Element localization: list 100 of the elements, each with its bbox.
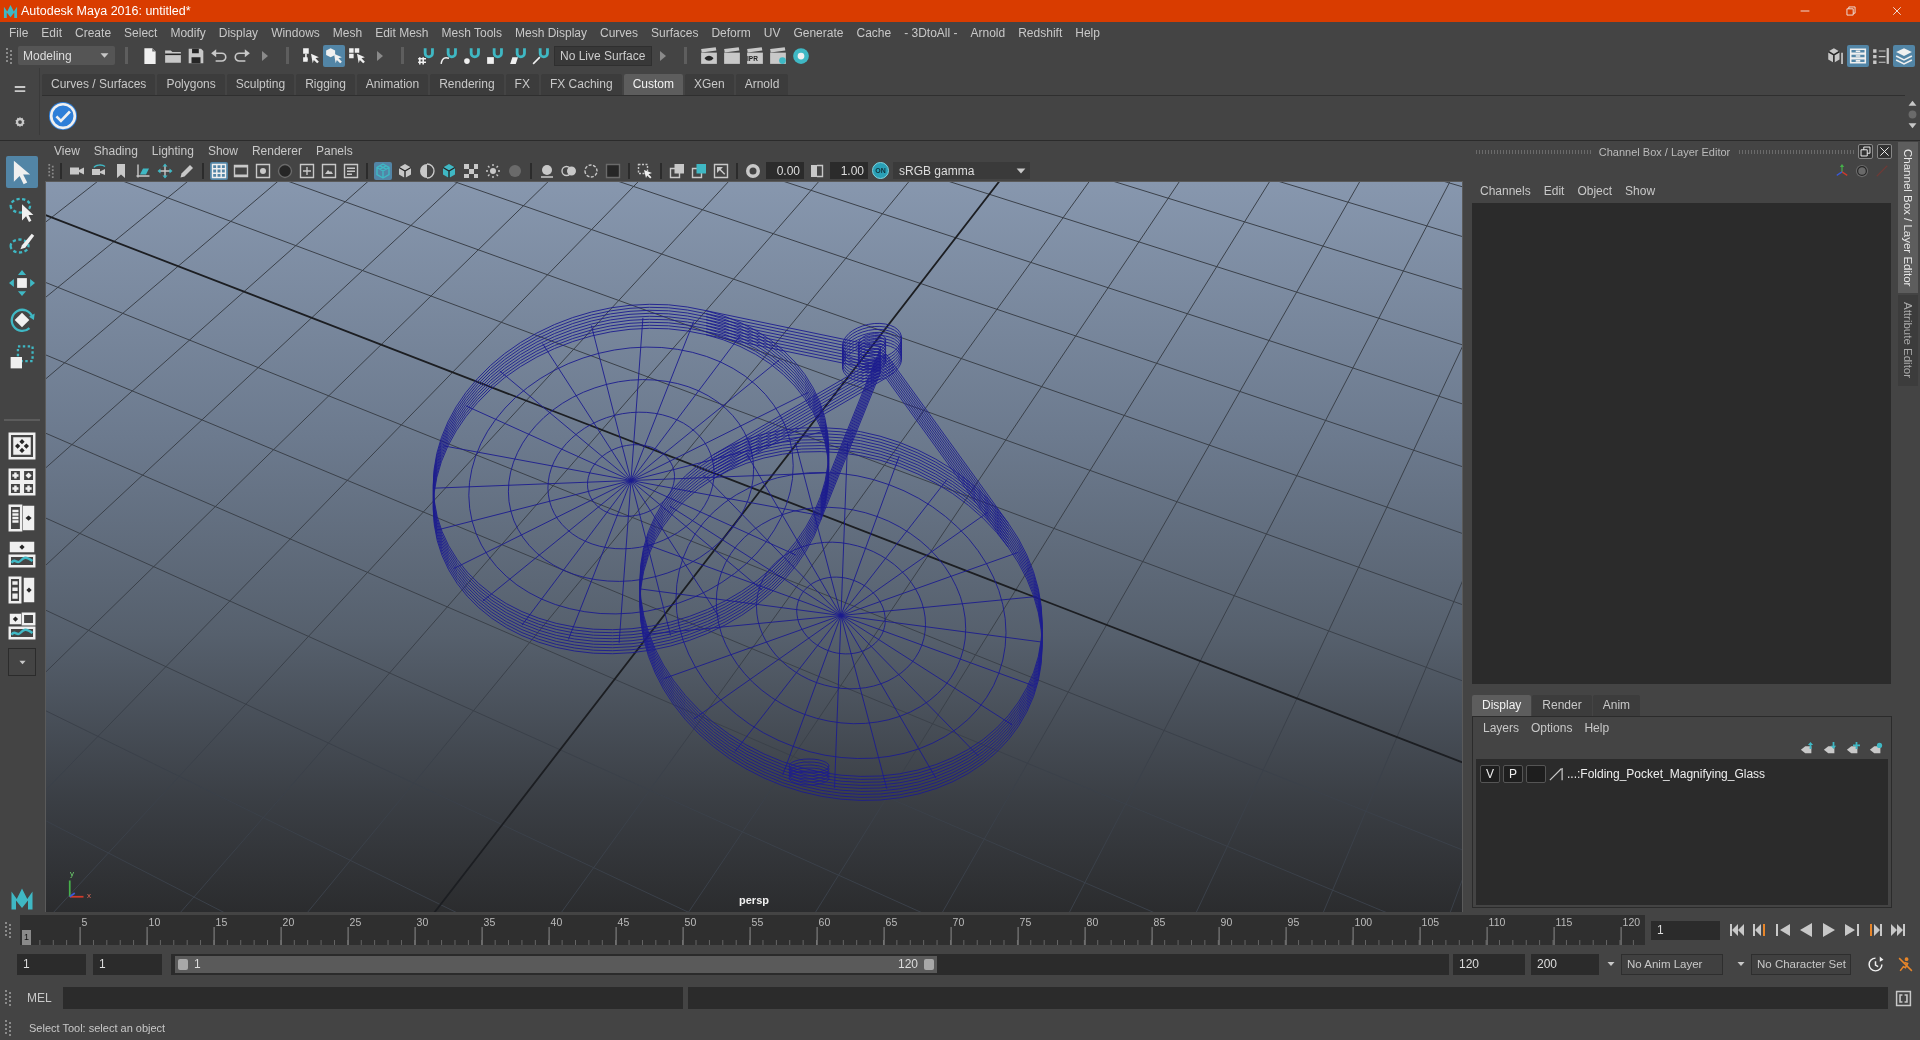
textured-cube-icon[interactable] [440,161,458,180]
layer-color-swatch[interactable] [1526,764,1546,783]
sliders-panel-icon[interactable] [1847,44,1869,67]
scroll-up-icon[interactable] [1908,99,1917,108]
step-back-icon[interactable] [1775,922,1791,938]
two-squares-icon[interactable] [668,161,686,180]
color-space-dropdown[interactable]: sRGB gamma [893,162,1030,179]
section-toggle-icon[interactable] [377,49,383,62]
menu-item[interactable]: Modify [170,25,206,40]
dark-disc-icon[interactable] [276,161,294,180]
visibility-toggle[interactable]: V [1480,764,1500,783]
aperture-icon[interactable] [744,161,762,180]
menu-item[interactable]: Cache [856,25,892,40]
axes-tripod-icon[interactable] [1835,164,1849,178]
dim-circle-icon[interactable] [1855,164,1869,178]
range-end-handle[interactable] [924,958,934,970]
graph-layout-icon[interactable] [8,540,36,568]
menu-item[interactable]: - 3DtoAll - [904,25,958,40]
drag-handle-icon[interactable] [5,922,11,938]
layer-arrow-down-icon[interactable] [1823,741,1837,755]
menu-item[interactable]: Edit Mesh [375,25,429,40]
layer-editor-tab[interactable]: Render [1532,695,1592,716]
half-disc-icon[interactable] [418,161,436,180]
layer-arrow-up-icon[interactable] [1800,741,1814,755]
menu-item[interactable]: Windows [271,25,320,40]
framed-lines-icon[interactable] [342,161,360,180]
gamma-field[interactable]: 1.00 [830,162,868,179]
character-set-dropdown[interactable]: No Character Set [1751,953,1851,975]
command-input-field[interactable] [62,987,683,1009]
section-toggle-icon[interactable] [262,49,268,62]
play-back-icon[interactable] [1798,922,1814,938]
arrow-cursor-icon[interactable] [6,156,38,188]
shelf-tab[interactable]: XGen [684,74,734,95]
clapboard-gear-icon[interactable] [767,44,789,67]
panel-menu-item[interactable]: Layers [1483,721,1520,735]
four-pane-layout-icon[interactable] [8,468,36,496]
float-window-icon[interactable] [1858,144,1873,159]
checker-icon[interactable] [462,161,480,180]
menu-icon[interactable] [13,83,26,95]
shelf-tab[interactable]: Custom [623,74,683,95]
menu-item[interactable]: Edit [41,25,63,40]
menu-item[interactable]: File [9,25,29,40]
side-tab[interactable]: Attribute Editor [1898,295,1918,386]
caret-icon[interactable] [1737,960,1745,968]
checkmark-circle-icon[interactable] [48,100,78,131]
three-pane-layout-icon[interactable] [8,612,36,640]
picture-frame-icon[interactable] [320,161,338,180]
menu-item[interactable]: Mesh Tools [441,25,502,40]
layer-stack-icon[interactable] [1893,44,1915,67]
wireframe-cube-icon[interactable] [374,161,392,180]
outliner-layout-icon[interactable] [8,576,36,604]
skip-end-icon[interactable] [1890,922,1906,938]
shelf-tab[interactable]: Rendering [430,74,504,95]
key-forward-icon[interactable] [1867,922,1883,938]
menu-item[interactable]: Curves [600,25,639,40]
menu-item[interactable]: Select [124,25,158,40]
menu-item[interactable]: Surfaces [651,25,699,40]
dark-square-icon[interactable] [604,161,622,180]
two-column-layout-icon[interactable] [8,504,36,532]
menu-item[interactable]: Arnold [970,25,1006,40]
anim-layer-dropdown[interactable]: No Anim Layer [1621,953,1723,975]
layer-editor-tab[interactable]: Anim [1592,695,1641,716]
menu-item[interactable]: Generate [793,25,844,40]
command-language-label[interactable]: MEL [27,991,52,1005]
bracket-box-icon[interactable] [1894,989,1912,1007]
panel-menu-item[interactable]: Renderer [251,143,302,158]
play-forward-icon[interactable] [1821,922,1837,938]
drag-handle-icon[interactable] [5,990,11,1006]
panel-menu-item[interactable]: Panels [315,143,353,158]
shelf-tab[interactable]: Rigging [296,74,355,95]
panel-menu-item[interactable]: Edit [1543,184,1565,198]
single-pane-layout-icon[interactable] [8,432,36,460]
menu-item[interactable]: Create [75,25,112,40]
menu-set-dropdown[interactable]: Modeling [18,46,115,65]
clock-arrow-icon[interactable] [1867,955,1884,973]
shelf-tab[interactable]: FX [505,74,539,95]
panel-menu-item[interactable]: Show [207,143,238,158]
crosshair-square-icon[interactable] [298,161,316,180]
key-back-icon[interactable] [1752,922,1768,938]
menu-item[interactable]: UV [763,25,781,40]
shelf-tab[interactable]: Sculpting [226,74,295,95]
shaded-cube-icon[interactable] [396,161,414,180]
shelf-tab[interactable]: FX Caching [540,74,622,95]
start-time-field[interactable]: 1 [17,953,86,975]
menu-item[interactable]: Mesh Display [515,25,588,40]
close-icon[interactable] [1877,144,1892,159]
range-start-field[interactable]: 1 [93,953,162,975]
overlap-squares-icon[interactable] [690,161,708,180]
section-toggle-icon[interactable] [660,49,666,62]
live-surface-field[interactable]: No Live Surface [554,45,652,66]
cross-arrows-icon[interactable] [156,161,174,180]
end-time-field[interactable]: 200 [1531,953,1599,975]
menu-item[interactable]: Help [1075,25,1100,40]
panel-menu-item[interactable]: Channels [1480,184,1531,198]
panel-menu-item[interactable]: Shading [93,143,138,158]
panel-menu-item[interactable]: Options [1531,721,1573,735]
side-tab[interactable]: Channel Box / Layer Editor [1898,142,1918,294]
panel-menu-item[interactable]: View [54,143,80,158]
range-start-handle[interactable] [178,958,188,970]
exposure-field[interactable]: 0.00 [766,162,804,179]
